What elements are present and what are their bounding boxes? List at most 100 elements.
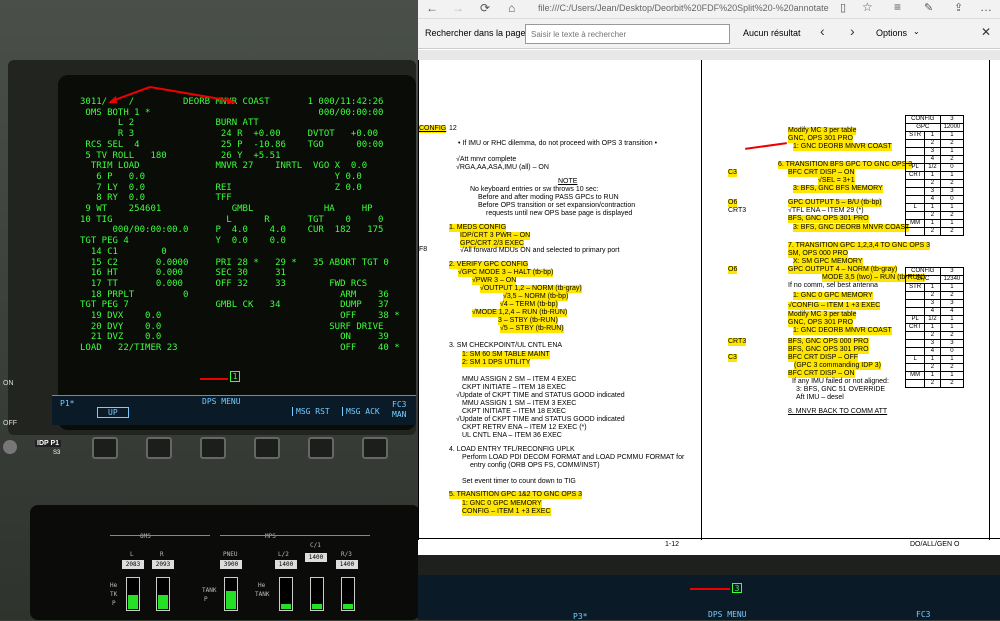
table-cell <box>904 139 926 148</box>
doc-text: BFC CRT DISP – ON <box>788 169 855 177</box>
doc-text: If any IMU failed or not aligned: <box>792 378 889 385</box>
table-row: 33 <box>904 187 965 196</box>
table-cell: 1/2 <box>924 163 941 172</box>
pneu-label: PNEU <box>223 551 238 558</box>
table-cell: PL <box>904 163 926 172</box>
table-cell: 1 <box>939 203 965 212</box>
oms-l-value: 2083 <box>122 560 144 569</box>
address-bar[interactable]: file:///C:/Users/Jean/Desktop/Deorbit%20… <box>538 3 829 13</box>
hub-icon[interactable]: ≡ <box>894 0 901 14</box>
back-icon[interactable]: ← <box>426 1 438 15</box>
table-cell: 3 <box>939 339 965 348</box>
table-cell: 1 <box>924 323 941 332</box>
reading-view-icon[interactable]: ▯ <box>840 1 846 14</box>
find-next-icon[interactable]: › <box>850 23 855 39</box>
table-header: 3 <box>939 267 965 276</box>
doc-text: BFS, GNC OPS 000 PRO <box>788 338 869 346</box>
p-label: P <box>112 600 116 607</box>
oms-l-bar <box>126 577 140 611</box>
edge-key-5[interactable] <box>308 437 334 459</box>
up-button[interactable]: UP <box>97 407 129 418</box>
table-row: 42 <box>904 155 965 164</box>
doc-text: √RGA,AA,ASA,IMU (all) – ON <box>456 164 549 171</box>
power-knob[interactable] <box>3 440 17 454</box>
doc-text: CKPT INITIATE – ITEM 18 EXEC <box>462 384 566 391</box>
l2-value: 1400 <box>275 560 297 569</box>
find-options[interactable]: Options <box>876 28 907 38</box>
doc-text: √PWR 3 – ON <box>472 277 517 285</box>
doc-text: Set event timer to count down to TIG <box>462 478 576 485</box>
doc-text: BFS, GNC OPS 301 PRO <box>788 215 869 223</box>
doc-text: 8. MNVR BACK TO COMM ATT <box>788 408 888 415</box>
table-cell: 1 <box>924 371 941 380</box>
page-number: 1-12 <box>665 541 680 548</box>
lower-scratch-underline <box>690 588 730 590</box>
on-label: ON <box>3 380 14 387</box>
favorite-star-icon[interactable]: ☆ <box>862 0 873 14</box>
doc-text: O6 <box>728 266 738 274</box>
home-icon[interactable]: ⌂ <box>508 1 515 15</box>
page-footer: DO/ALL/GEN O <box>910 541 960 548</box>
mps-r-bar <box>341 577 355 611</box>
edge-key-6[interactable] <box>362 437 388 459</box>
crt-line: 9 WT 254601 GMBL HA HP <box>80 204 373 214</box>
table-cell: 1 <box>939 355 965 364</box>
doc-text: SM, OPS 000 PRO <box>788 250 848 258</box>
table-cell: 2 <box>939 379 965 388</box>
crt-line: LOAD 22/TIMER 23 OFF 40 * <box>80 343 400 354</box>
doc-text: Before and after moding PASS GPCs to RUN <box>478 194 619 201</box>
msg-rst-button[interactable]: MSG RST <box>292 407 330 416</box>
doc-text: If no comm, sel best antenna <box>788 282 878 289</box>
find-input[interactable] <box>525 24 730 44</box>
doc-text: CRT3 <box>728 207 747 214</box>
table-cell: MM <box>904 219 926 228</box>
edge-key-4[interactable] <box>254 437 280 459</box>
crt-line: 21 DVZ 0.0 ON 39 <box>80 332 389 343</box>
doc-text: UL CNTL ENA – ITEM 36 EXEC <box>462 432 562 439</box>
doc-text: C3 <box>728 354 737 362</box>
doc-text: CKPT INITIATE – ITEM 18 EXEC <box>462 408 566 415</box>
table-header: 12340 <box>939 275 965 284</box>
table-row: 44 <box>904 307 965 316</box>
doc-text: requests until new OPS base page is disp… <box>486 210 633 217</box>
idp-label: IDP P1 <box>35 440 62 447</box>
doc-text: 1: SM 60 SM TABLE MAINT <box>462 351 550 359</box>
table-cell: PL <box>904 315 926 324</box>
find-prev-icon[interactable]: ‹ <box>820 23 825 39</box>
msg-ack-button[interactable]: MSG ACK <box>342 407 380 416</box>
forward-icon[interactable]: → <box>452 1 464 15</box>
doc-text: √Update of CKPT TIME and STATUS GOOD ind… <box>456 416 625 423</box>
doc-text: GNC, OPS 301 PRO <box>788 135 853 143</box>
share-icon[interactable]: ⇪ <box>954 1 963 14</box>
more-icon[interactable]: … <box>980 0 992 14</box>
notes-icon[interactable]: ✎ <box>924 1 933 14</box>
table-cell <box>904 155 926 164</box>
edge-key-3[interactable] <box>200 437 226 459</box>
doc-text: √Update of CKPT TIME and STATUS GOOD ind… <box>456 392 625 399</box>
table-cell <box>904 179 926 188</box>
table-cell: 1 <box>924 171 941 180</box>
doc-text: MMU ASSIGN 1 SM – ITEM 3 EXEC <box>462 400 577 407</box>
table-cell: 2 <box>924 139 941 148</box>
find-close-icon[interactable]: ✕ <box>981 25 991 39</box>
refresh-icon[interactable]: ⟳ <box>480 1 490 15</box>
scratchpad-entry: 1 <box>230 371 240 382</box>
doc-text: CONFIG <box>419 125 447 133</box>
table-row: 22 <box>904 139 965 148</box>
table-cell: 1 <box>939 219 965 228</box>
doc-text: 1: GNC 0 GPC MEMORY <box>462 500 542 508</box>
table-cell: 1 <box>939 371 965 380</box>
table-cell: 1 <box>939 283 965 292</box>
doc-text: Aft IMU – desel <box>796 394 844 401</box>
crt-line: TGT PEG 4 Y 0.0 0.0 <box>80 236 286 247</box>
edge-key-2[interactable] <box>146 437 172 459</box>
doc-text: Perform LOAD PDI DECOM FORMAT and LOAD P… <box>462 454 685 461</box>
lower-crt-strip: 3 P3* DPS MENU FC3 <box>418 555 1000 621</box>
table-cell: CRT <box>904 323 926 332</box>
doc-text: 5. TRANSITION GPC 1&2 TO GNC OPS 3 <box>449 491 583 499</box>
browser-window: ← → ⟳ ⌂ file:///C:/Users/Jean/Desktop/De… <box>418 0 1000 555</box>
table-cell: L <box>904 203 926 212</box>
table-row: 22 <box>904 211 965 220</box>
edge-key-1[interactable] <box>92 437 118 459</box>
doc-text: 6. TRANSITION BFS GPC TO GNC OPS 3 <box>778 161 913 169</box>
